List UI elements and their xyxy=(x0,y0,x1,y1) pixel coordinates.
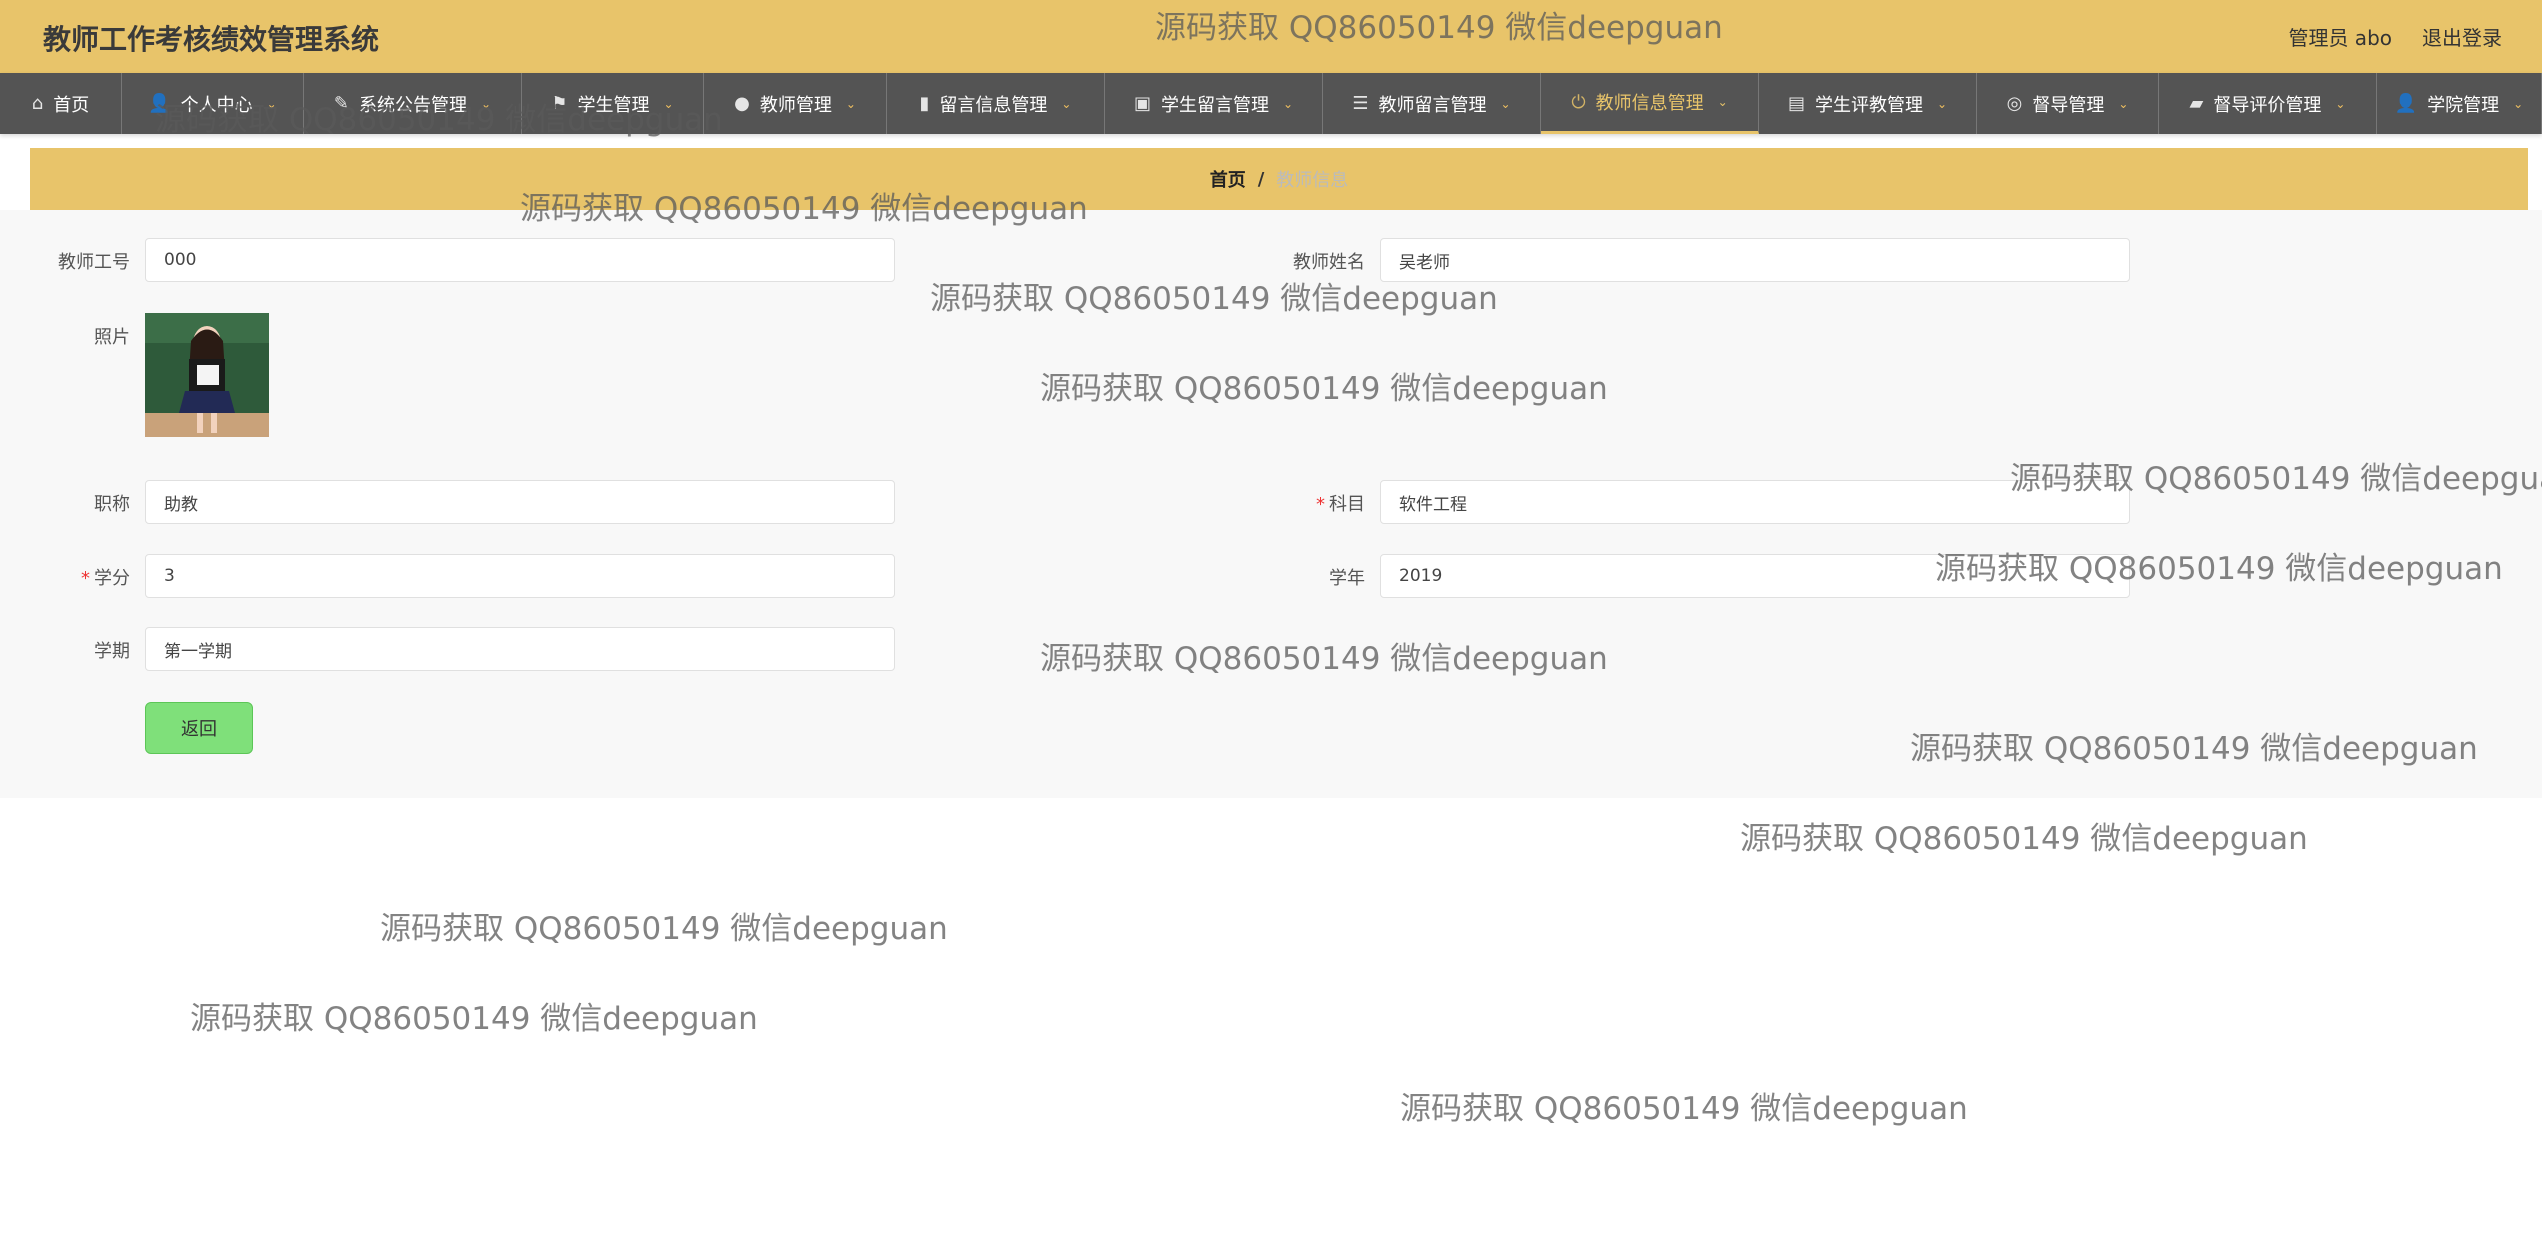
chevron-down-icon: ⌄ xyxy=(1936,96,1948,111)
chevron-down-icon: ⌄ xyxy=(481,96,492,111)
chevron-down-icon: ⌄ xyxy=(266,96,277,111)
nav-item-colleges[interactable]: 👤 学院管理 ⌄ xyxy=(2377,73,2542,134)
nav-item-notice[interactable]: ✎ 系统公告管理 ⌄ xyxy=(304,73,522,134)
watermark: 源码获取 QQ86050149 微信deepguan xyxy=(1400,1091,1968,1127)
nav-item-home[interactable]: ⌂ 首页 xyxy=(0,73,122,134)
teacher-photo-image xyxy=(145,313,269,437)
clipboard-icon: ▣ xyxy=(1133,93,1151,114)
nav-item-label: 系统公告管理 xyxy=(359,94,468,116)
required-mark: * xyxy=(81,568,90,589)
printer-icon: ▤ xyxy=(1787,93,1805,114)
chevron-down-icon: ⌄ xyxy=(2335,96,2346,111)
nav-item-label: 首页 xyxy=(53,94,90,116)
header-user-area: 管理员 abo 退出登录 xyxy=(2288,22,2502,51)
nav-item-teacher-messages[interactable]: ☰ 教师留言管理 ⌄ xyxy=(1323,73,1541,134)
nav-item-label: 学生留言管理 xyxy=(1160,94,1269,116)
top-nav: ⌂ 首页 👤 个人中心 ⌄ ✎ 系统公告管理 ⌄ ⚑ 学生管理 ⌄ ● 教师管理… xyxy=(0,73,2542,134)
home-icon: ⌂ xyxy=(31,93,44,114)
notice-icon: ✎ xyxy=(333,93,350,114)
chevron-down-icon: ⌄ xyxy=(1500,96,1511,111)
chevron-down-icon: ⌄ xyxy=(1717,95,1728,109)
semester-label: 学期 xyxy=(94,641,130,662)
nav-item-label: 学生评教管理 xyxy=(1814,94,1923,116)
title-field[interactable] xyxy=(145,480,895,524)
semester-field[interactable] xyxy=(145,627,895,671)
teacher-photo xyxy=(145,313,269,437)
list-icon: ☰ xyxy=(1352,93,1369,114)
power-icon: ⏻ xyxy=(1571,91,1586,113)
breadcrumb-home[interactable]: 首页 xyxy=(1210,166,1246,192)
flag-icon: ⚑ xyxy=(551,93,568,114)
nav-item-label: 学院管理 xyxy=(2427,94,2500,116)
teacher-name-field[interactable] xyxy=(1380,238,2130,282)
user-label[interactable]: 管理员 abo xyxy=(2288,22,2392,51)
teacher-id-label: 教师工号 xyxy=(58,252,130,273)
nav-item-messages[interactable]: ▮ 留言信息管理 ⌄ xyxy=(887,73,1105,134)
watermark: 源码获取 QQ86050149 微信deepguan xyxy=(190,1001,758,1037)
chevron-down-icon: ⌄ xyxy=(2513,96,2524,111)
chevron-down-icon: ⌄ xyxy=(1282,96,1294,111)
chart-icon: ▮ xyxy=(919,93,930,114)
photo-label: 照片 xyxy=(94,327,130,348)
breadcrumb-separator: / xyxy=(1257,168,1265,190)
year-field[interactable] xyxy=(1380,554,2130,598)
nav-item-label: 学生管理 xyxy=(577,94,650,116)
nav-item-label: 教师留言管理 xyxy=(1378,94,1487,116)
lifebuoy-icon: ◎ xyxy=(2006,93,2023,114)
subject-label-text: 科目 xyxy=(1329,494,1365,515)
teacher-name-label: 教师姓名 xyxy=(1293,252,1365,273)
credit-label: * 学分 xyxy=(40,564,130,590)
nav-item-teachers[interactable]: ● 教师管理 ⌄ xyxy=(704,73,887,134)
title-label: 职称 xyxy=(94,494,130,515)
header: 教师工作考核绩效管理系统 管理员 abo 退出登录 xyxy=(0,0,2542,73)
user-icon: 👤 xyxy=(148,93,171,114)
logout-link[interactable]: 退出登录 xyxy=(2422,22,2502,51)
detail-form: 教师工号 教师姓名 照片 职称 *科目 *学分 学年 学期 返回 xyxy=(0,210,2542,798)
nav-item-evaluations[interactable]: ▤ 学生评教管理 ⌄ xyxy=(1759,73,1977,134)
nav-item-label: 教师管理 xyxy=(759,94,832,116)
breadcrumb-current: 教师信息 xyxy=(1276,170,1349,191)
nav-item-supervisors[interactable]: ◎ 督导管理 ⌄ xyxy=(1977,73,2159,134)
nav-item-personal-center[interactable]: 👤 个人中心 ⌄ xyxy=(122,73,304,134)
subject-label: * 科目 xyxy=(1260,490,1365,516)
chevron-down-icon: ⌄ xyxy=(1061,96,1072,111)
subject-field[interactable] xyxy=(1380,480,2130,524)
back-button-label: 返回 xyxy=(181,719,217,740)
teacher-id-field[interactable] xyxy=(145,238,895,282)
nav-item-label: 个人中心 xyxy=(180,94,253,116)
year-label: 学年 xyxy=(1329,568,1365,589)
app-title: 教师工作考核绩效管理系统 xyxy=(43,23,380,56)
required-mark: * xyxy=(1316,494,1325,515)
location-icon: ● xyxy=(734,93,750,114)
nav-item-label: 留言信息管理 xyxy=(939,94,1048,116)
nav-item-label: 督导管理 xyxy=(2032,94,2105,116)
watermark: 源码获取 QQ86050149 微信deepguan xyxy=(1740,821,2308,857)
credit-label-text: 学分 xyxy=(94,568,130,589)
watermark: 源码获取 QQ86050149 微信deepguan xyxy=(380,911,948,947)
nav-item-supervisor-eval[interactable]: ▰ 督导评价管理 ⌄ xyxy=(2159,73,2377,134)
person-icon: 👤 xyxy=(2394,93,2418,114)
credit-field[interactable] xyxy=(145,554,895,598)
nav-item-students[interactable]: ⚑ 学生管理 ⌄ xyxy=(522,73,704,134)
back-button[interactable]: 返回 xyxy=(145,702,253,754)
chevron-down-icon: ⌄ xyxy=(2118,96,2129,111)
chevron-down-icon: ⌄ xyxy=(663,96,674,111)
chevron-down-icon: ⌄ xyxy=(845,96,856,111)
folder-icon: ▰ xyxy=(2189,93,2204,114)
breadcrumb: 首页 / 教师信息 xyxy=(30,148,2528,210)
nav-item-teacher-info[interactable]: ⏻ 教师信息管理 ⌄ xyxy=(1541,73,1759,134)
nav-item-student-messages[interactable]: ▣ 学生留言管理 ⌄ xyxy=(1105,73,1323,134)
nav-item-label: 教师信息管理 xyxy=(1595,93,1704,114)
nav-item-label: 督导评价管理 xyxy=(2213,94,2322,116)
